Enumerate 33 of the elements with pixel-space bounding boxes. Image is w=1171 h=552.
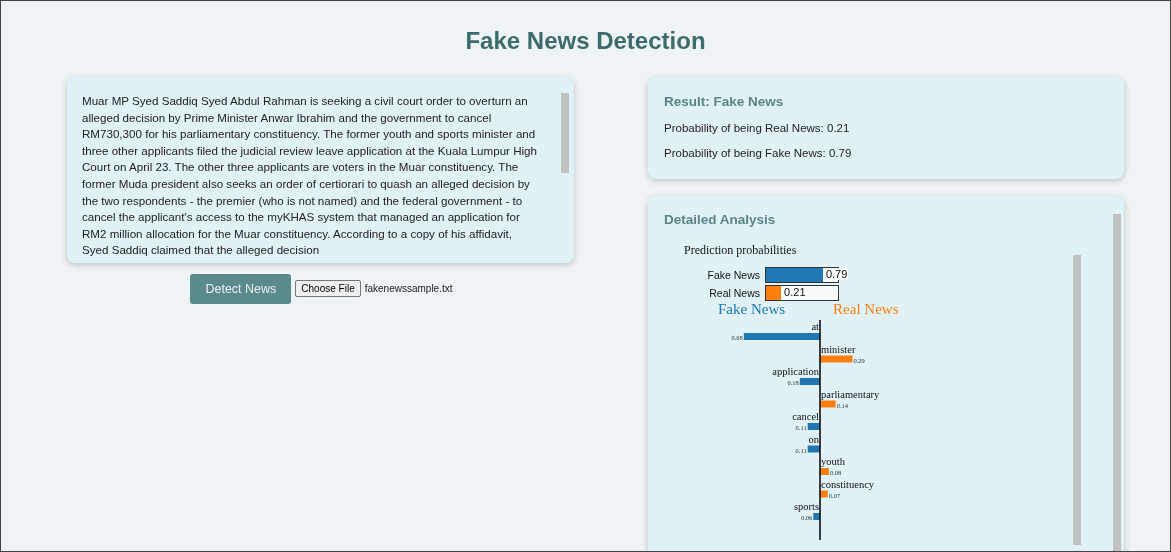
page-title: Fake News Detection — [464, 27, 707, 55]
class-label: Real News — [708, 287, 760, 299]
weight-bar — [807, 445, 820, 453]
feature-label: sports — [793, 501, 819, 512]
weight-bar — [799, 378, 820, 385]
choose-file-button[interactable]: Choose File — [295, 280, 361, 298]
analysis-title: Detailed Analysis — [664, 212, 777, 227]
feature-label: cancel — [792, 411, 819, 422]
weight-bar — [820, 490, 828, 498]
legend-label: Real News — [833, 301, 899, 318]
feature-label: at — [811, 321, 819, 332]
feature-label: on — [808, 433, 819, 445]
probabilities-title: Prediction probabilities — [684, 243, 798, 258]
result-title: Result: Fake News — [664, 94, 785, 109]
feature-label: youth — [821, 456, 845, 467]
feature-label: application — [772, 366, 819, 377]
feature-label: constituency — [821, 478, 875, 490]
weight-bar — [820, 400, 836, 408]
file-name: fakenewssample.txt — [364, 283, 453, 295]
feature-label: parliamentary — [821, 388, 880, 400]
probability-text: Probability of being Real News: 0.21 — [664, 122, 851, 134]
weight-bar — [820, 468, 829, 475]
probability-value: 0.79 — [825, 268, 849, 280]
legend-label: Fake News — [718, 301, 786, 318]
feature-label: minister — [821, 343, 856, 355]
weight-bar — [813, 513, 820, 520]
probability-text: Probability of being Fake News: 0.79 — [664, 147, 853, 159]
article-text: Muar MP Syed Saddiq Syed Abdul Rahman is seeking a civil court order to overturn an alleged decision by Prime Minister Anwar Ibrahim and the government to cancel RM730,300 for his parliamentary constituency. The former youth and sports minister and three other applicants filed the judicial review leave application at the Kuala Lumpur High Court on April 23. The other three applicants are voters in the Muar constituency. The former Muda president also seeks an order of certiorari to quash an alleged decision by the two respondents - the premier (who is not named) and the federal government - to cancel the applicant's access to the myKHAS system that managed an application for RM2 million allocation for the Muar constituency. According to a copy of his affidavit, Syed Saddiq claimed that the alleged decision — [82, 93, 538, 259]
weight-bar — [807, 423, 820, 430]
weight-bar — [820, 355, 853, 363]
article-text-area[interactable] — [67, 77, 574, 263]
probability-value: 0.21 — [784, 286, 807, 298]
class-label: Fake News — [706, 269, 760, 281]
